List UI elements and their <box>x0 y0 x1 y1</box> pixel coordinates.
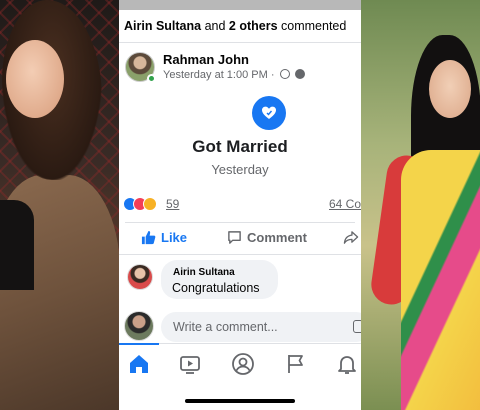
thumbs-up-icon <box>141 230 156 248</box>
black-top <box>0 200 34 290</box>
activity-verb: commented <box>277 19 347 33</box>
activity-connector: and <box>201 19 229 33</box>
post-author[interactable]: Rahman John <box>163 52 249 67</box>
comment-bubble[interactable]: Airin Sultana Congratulations <box>161 260 278 299</box>
home-indicator <box>185 399 295 403</box>
left-photo <box>0 0 119 410</box>
right-photo <box>361 0 480 410</box>
status-bar <box>119 0 361 10</box>
online-status-icon <box>147 74 156 83</box>
life-event-date: Yesterday <box>211 162 269 177</box>
meta-separator: · <box>267 69 278 81</box>
avatar <box>124 311 154 341</box>
like-button[interactable]: Like <box>141 230 187 248</box>
like-label: Like <box>161 230 188 245</box>
comment-button[interactable]: Comment <box>227 230 307 248</box>
activity-header[interactable]: Airin Sultana and 2 others commented <box>124 19 346 33</box>
pages-flag-icon[interactable] <box>284 352 308 376</box>
divider <box>125 222 355 223</box>
post-meta: Yesterday at 1:00 PM · <box>163 69 305 81</box>
profile-icon[interactable] <box>231 352 255 376</box>
divider <box>119 42 361 43</box>
face <box>6 40 64 118</box>
comment-count[interactable]: 64 Co <box>329 197 361 211</box>
comment-text: Congratulations <box>172 281 260 295</box>
home-icon[interactable] <box>127 352 151 376</box>
share-button[interactable] <box>343 230 361 248</box>
activity-others: 2 others <box>228 19 278 33</box>
watch-icon[interactable] <box>178 352 202 376</box>
active-tab-indicator <box>119 343 159 345</box>
life-event-title: Got Married <box>192 137 288 156</box>
globe-icon <box>294 69 305 79</box>
facebook-post-screen: Airin Sultana and 2 others commented Rah… <box>119 0 361 410</box>
saree <box>401 150 480 410</box>
divider <box>119 254 361 255</box>
bottom-tab-bar <box>119 343 361 383</box>
notifications-bell-icon[interactable] <box>335 352 359 376</box>
comment-author[interactable]: Airin Sultana <box>173 267 235 278</box>
comment-input[interactable] <box>161 312 361 342</box>
reaction-count[interactable]: 59 <box>166 197 179 211</box>
clock-icon <box>279 69 290 79</box>
share-arrow-icon <box>343 230 359 248</box>
wow-icon <box>143 197 157 211</box>
comment-bubble-icon <box>227 230 242 248</box>
heart-icon <box>252 96 286 130</box>
face <box>429 60 471 118</box>
activity-actor: Airin Sultana <box>124 19 202 33</box>
comment-label: Comment <box>247 230 307 245</box>
avatar[interactable] <box>127 264 153 290</box>
post-time[interactable]: Yesterday at 1:00 PM <box>163 69 268 81</box>
camera-icon[interactable] <box>353 320 361 333</box>
heart-glyph <box>262 106 276 119</box>
